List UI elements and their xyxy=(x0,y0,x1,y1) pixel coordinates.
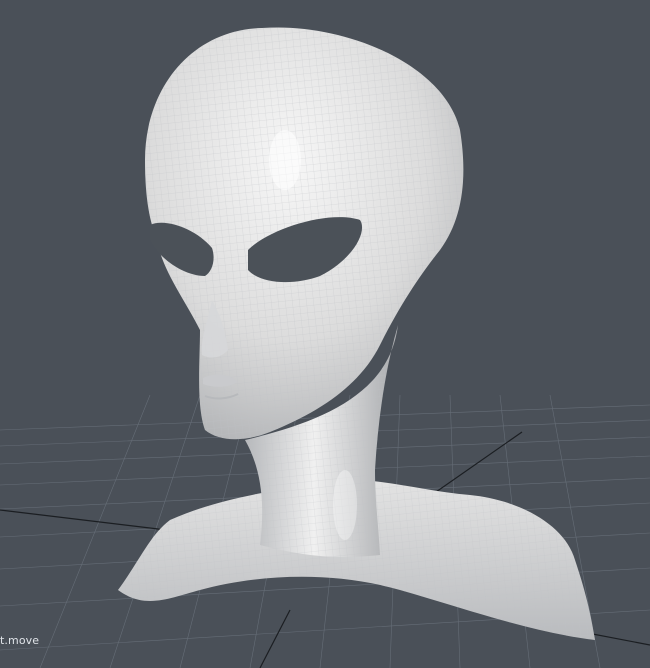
status-tool-label: t.move xyxy=(0,634,40,647)
viewport-scene[interactable] xyxy=(0,0,650,668)
alien-bust-icon xyxy=(118,27,595,640)
3d-viewport[interactable]: t.move xyxy=(0,0,650,668)
